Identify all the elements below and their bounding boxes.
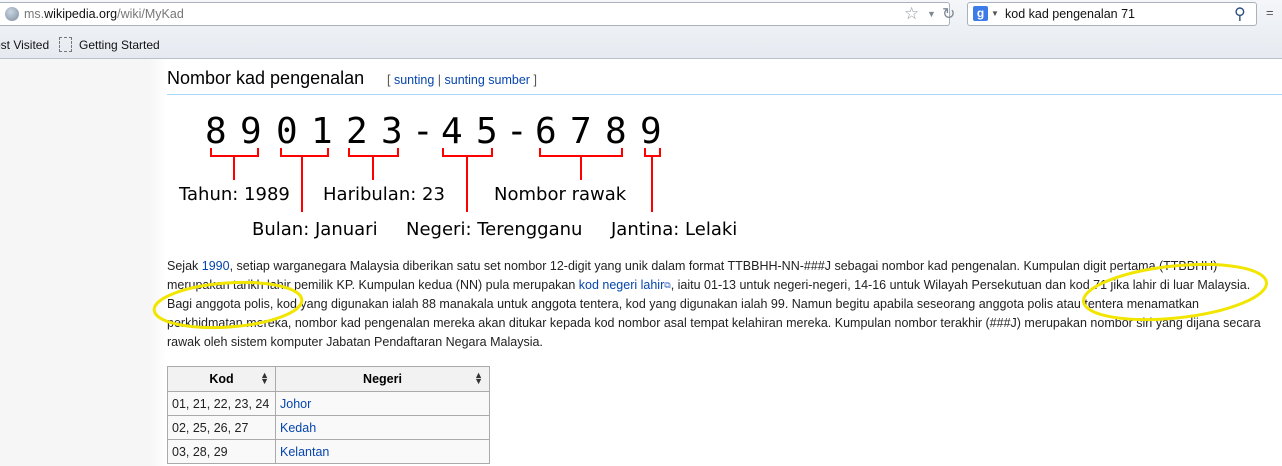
- sort-icon[interactable]: ▲ ▼: [260, 371, 269, 386]
- column-header-negeri[interactable]: Negeri ▲ ▼: [275, 366, 490, 392]
- edit-section-links: [ sunting | sunting sumber ]: [387, 73, 537, 87]
- bracket-nombor-rawak: [539, 148, 623, 157]
- url-path: /wiki/MyKad: [117, 7, 184, 21]
- cell-negeri-link[interactable]: Kelantan: [275, 439, 490, 464]
- cell-negeri-link[interactable]: Kedah: [275, 415, 490, 440]
- search-engine-dropdown-icon[interactable]: ▼: [991, 9, 999, 18]
- url-prefix: ms.: [24, 7, 45, 21]
- bracket-tahun: [210, 148, 259, 157]
- reload-icon[interactable]: ↻: [942, 4, 955, 24]
- bookmark-getting-started[interactable]: Getting Started: [79, 38, 160, 52]
- header-label: Kod: [209, 372, 234, 386]
- state-code-table: Kod ▲ ▼ Negeri ▲ ▼ 01, 21, 22, 23, 24 Johor …: [167, 366, 490, 464]
- edit-source-link[interactable]: sunting sumber: [445, 73, 530, 87]
- article-paragraph: Sejak 1990, setiap warganegara Malaysia …: [167, 257, 1277, 352]
- url-text[interactable]: ms.wikipedia.org/wiki/MyKad: [24, 7, 184, 21]
- bracket-jantina: [644, 148, 661, 157]
- label-jantina: Jantina: Lelaki: [611, 219, 738, 240]
- search-bar[interactable]: g ▼ kod kad pengenalan 71 ⚲: [967, 2, 1257, 26]
- kod-negeri-link[interactable]: kod negeri lahir: [579, 278, 664, 292]
- year-link[interactable]: 1990: [202, 259, 230, 273]
- label-haribulan: Haribulan: 23: [323, 184, 445, 205]
- table-row: 02, 25, 26, 27 Kedah: [167, 415, 490, 440]
- cell-kod: 03, 28, 29: [167, 439, 276, 464]
- table-row: 03, 28, 29 Kelantan: [167, 439, 490, 464]
- cell-kod: 01, 21, 22, 23, 24: [167, 391, 276, 416]
- address-bar[interactable]: ms.wikipedia.org/wiki/MyKad ☆ ▼ ↻: [0, 2, 955, 26]
- search-input[interactable]: kod kad pengenalan 71: [1005, 7, 1135, 21]
- label-nombor-rawak: Nombor rawak: [494, 184, 627, 205]
- bookmark-most-visited[interactable]: ost Visited: [0, 38, 49, 52]
- bracket-bulan: [280, 148, 329, 157]
- label-negeri: Negeri: Terengganu: [406, 219, 583, 240]
- para-text: Sejak: [167, 259, 202, 273]
- column-header-kod[interactable]: Kod ▲ ▼: [167, 366, 276, 392]
- menu-icon[interactable]: =: [1266, 5, 1274, 20]
- cell-kod: 02, 25, 26, 27: [167, 415, 276, 440]
- edit-bracket-open: [: [387, 73, 391, 87]
- cell-negeri-link[interactable]: Johor: [275, 391, 490, 416]
- page-icon: [59, 37, 72, 52]
- table-row: 01, 21, 22, 23, 24 Johor: [167, 391, 490, 416]
- edit-link[interactable]: sunting: [394, 73, 434, 87]
- label-tahun: Tahun: 1989: [179, 184, 290, 205]
- edit-bracket-close: ]: [533, 73, 537, 87]
- bookmark-star-icon[interactable]: ☆: [904, 4, 919, 24]
- browser-toolbar: ms.wikipedia.org/wiki/MyKad ☆ ▼ ↻ g ▼ ko…: [0, 0, 1282, 59]
- site-identity-icon[interactable]: [5, 7, 19, 21]
- label-bulan: Bulan: Januari: [252, 219, 378, 240]
- url-history-dropdown-icon[interactable]: ▼: [927, 9, 936, 19]
- section-heading: Nombor kad pengenalan [ sunting | suntin…: [167, 68, 1282, 95]
- search-icon[interactable]: ⚲: [1234, 4, 1246, 24]
- sort-icon[interactable]: ▲ ▼: [474, 371, 483, 386]
- header-label: Negeri: [363, 372, 402, 386]
- url-domain: wikipedia.org: [44, 7, 118, 21]
- page-title: Nombor kad pengenalan: [167, 68, 365, 88]
- bracket-haribulan: [348, 148, 399, 157]
- bracket-negeri: [442, 148, 493, 157]
- search-engine-icon[interactable]: g: [973, 6, 988, 21]
- edit-separator: |: [437, 73, 442, 87]
